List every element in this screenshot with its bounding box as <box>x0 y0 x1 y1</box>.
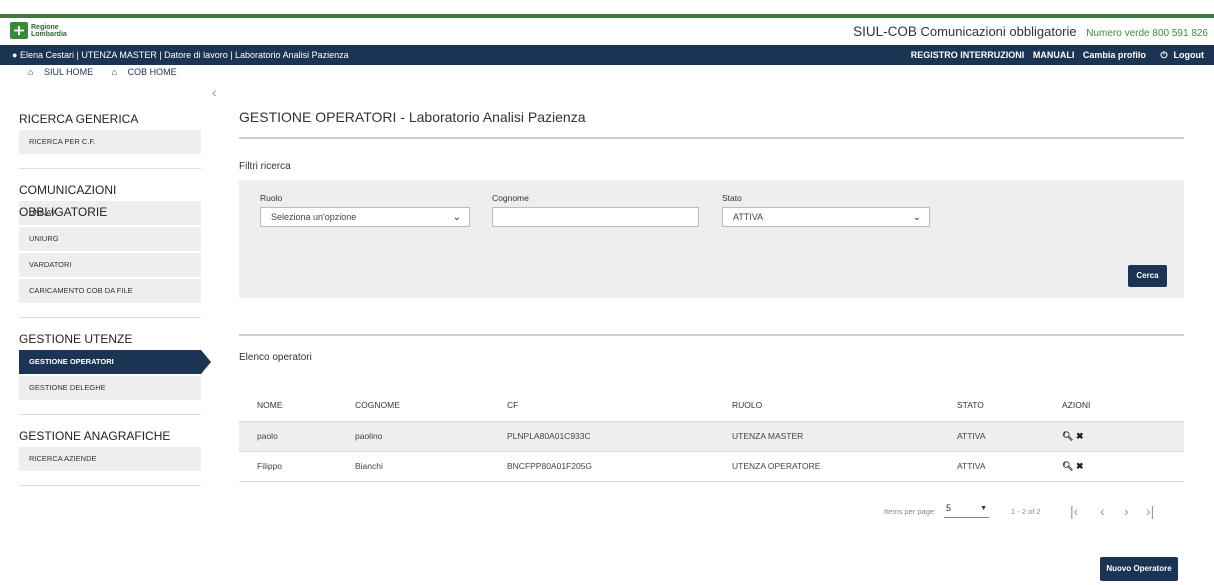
first-page-icon[interactable]: |‹ <box>1070 503 1078 519</box>
home-icon: ⌂ <box>111 67 118 77</box>
cob-home-link[interactable]: ⌂ COB HOME <box>112 67 185 77</box>
registro-interruzioni-link[interactable]: REGISTRO INTERRUZIONI <box>911 50 1025 60</box>
cell-nome: paolo <box>239 420 355 451</box>
siul-home-link[interactable]: ⌂ SIUL HOME <box>28 67 101 77</box>
cell-azioni: 🔍︎ ✖ <box>1062 450 1184 482</box>
nuovo-operatore-button[interactable]: Nuovo Operatore <box>1100 557 1178 581</box>
section-title-gestione-anagrafiche: GESTIONE ANAGRAFICHE <box>19 429 171 443</box>
col-cf[interactable]: CF <box>507 389 732 421</box>
sidebar-item-unilav[interactable]: UNILAV <box>19 201 201 225</box>
ruolo-label: Ruolo <box>260 193 283 203</box>
elenco-label: Elenco operatori <box>239 352 312 363</box>
power-icon: ⏻ <box>1160 50 1168 60</box>
user-icon: ● <box>12 50 18 60</box>
cognome-label: Cognome <box>492 193 529 203</box>
divider <box>19 485 201 486</box>
cell-ruolo: UTENZA MASTER <box>732 420 957 451</box>
section-title-comunicazioni: COMUNICAZIONI OBBLIGATORIE <box>19 183 117 219</box>
cob-home-label: COB HOME <box>127 67 177 77</box>
logo-line2: Lombardia <box>31 30 67 38</box>
cell-cognome: Bianchi <box>355 450 507 482</box>
lombardia-cross-icon <box>10 22 28 39</box>
logo-line1: Regione <box>31 23 59 31</box>
app-name: SIUL-COB <box>853 24 917 39</box>
sidebar-item-vardatori[interactable]: VARDATORI <box>19 253 201 277</box>
home-icon: ⌂ <box>28 67 34 77</box>
sidebar-item-caricamento[interactable]: CARICAMENTO COB DA FILE <box>19 279 201 303</box>
page-title: GESTIONE OPERATORI - Laboratorio Analisi… <box>239 109 586 125</box>
manuali-link[interactable]: MANUALI <box>1033 50 1075 60</box>
collapse-sidebar-icon[interactable]: ‹ <box>212 84 217 100</box>
chevron-down-icon: ⌄ <box>912 212 921 223</box>
logout-label: Logout <box>1173 50 1205 60</box>
regione-lombardia-logo[interactable]: Regione Lombardia <box>10 22 67 39</box>
caret-down-icon: ▼ <box>980 505 987 512</box>
sidebar-item-gestione-deleghe[interactable]: GESTIONE DELEGHE <box>19 376 201 400</box>
divider <box>239 137 1184 139</box>
cambia-profilo-link[interactable]: Cambia profilo <box>1083 50 1146 60</box>
items-per-page-value: 5 <box>946 503 952 513</box>
divider <box>19 168 201 169</box>
logout-link[interactable]: ⏻ Logout <box>1154 50 1204 60</box>
operators-table: NOME COGNOME CF RUOLO STATO AZIONI paolo… <box>239 389 1184 482</box>
app-subtitle: Comunicazioni obbligatorie <box>920 24 1077 39</box>
cell-cognome: paolino <box>355 420 507 451</box>
col-stato[interactable]: STATO <box>957 389 1062 421</box>
search-icon[interactable]: 🔍︎ <box>1062 431 1073 441</box>
cell-nome: Filippo <box>239 450 355 482</box>
close-icon[interactable]: ✖ <box>1076 431 1084 441</box>
chevron-down-icon: ⌄ <box>452 212 461 223</box>
table-header: NOME COGNOME CF RUOLO STATO AZIONI <box>239 389 1184 421</box>
cell-stato: ATTIVA <box>957 450 1062 482</box>
sidebar-item-ricerca-aziende[interactable]: RICERCA AZIENDE <box>19 447 201 471</box>
cell-azioni: 🔍︎ ✖ <box>1062 420 1184 451</box>
user-bar: ● Elena Cestari | UTENZA MASTER | Datore… <box>0 45 1214 65</box>
cerca-button[interactable]: Cerca <box>1128 265 1167 287</box>
user-info: Elena Cestari | UTENZA MASTER | Datore d… <box>19 50 349 60</box>
ruolo-value: Seleziona un'opzione <box>271 212 357 222</box>
table-row: paolo paolino PLNPLA80A01C933C UTENZA MA… <box>239 420 1184 451</box>
filters-panel: Ruolo Seleziona un'opzione ⌄ Cognome Stat… <box>239 180 1184 298</box>
prev-page-icon[interactable]: ‹ <box>1100 503 1105 519</box>
sidebar-item-gestione-operatori[interactable]: GESTIONE OPERATORI <box>19 350 211 374</box>
divider <box>19 414 201 415</box>
col-cognome[interactable]: COGNOME <box>355 389 507 421</box>
numero-verde: Numero verde 800 591 826 <box>1086 28 1208 39</box>
col-azioni: AZIONI <box>1062 399 1091 410</box>
divider <box>19 317 201 318</box>
col-nome[interactable]: NOME <box>239 389 355 421</box>
items-per-page-label: Items per page: <box>884 507 937 516</box>
header: Regione Lombardia SIUL-COB Comunicazioni … <box>0 18 1214 45</box>
siul-home-label: SIUL HOME <box>43 67 94 77</box>
close-icon[interactable]: ✖ <box>1076 461 1084 471</box>
home-links: ⌂ SIUL HOME ⌂ COB HOME <box>28 67 193 77</box>
items-per-page-select[interactable]: 5 ▼ <box>944 503 989 518</box>
section-title-ricerca-generica: RICERCA GENERICA <box>19 112 139 126</box>
col-ruolo[interactable]: RUOLO <box>732 389 957 421</box>
cognome-input[interactable] <box>492 207 699 227</box>
next-page-icon[interactable]: › <box>1124 503 1129 519</box>
sidebar: RICERCA GENERICA RICERCA PER C.F. COMUNI… <box>19 100 211 496</box>
last-page-icon[interactable]: ›| <box>1146 503 1154 519</box>
sidebar-item-uniurg[interactable]: UNIURG <box>19 227 201 251</box>
cell-cf: BNCFPP80A01F205G <box>507 450 732 482</box>
divider <box>239 334 1184 336</box>
table-row: Filippo Bianchi BNCFPP80A01F205G UTENZA … <box>239 450 1184 482</box>
page-range: 1 - 2 of 2 <box>1011 507 1041 516</box>
main-content: GESTIONE OPERATORI - Laboratorio Analisi… <box>239 100 1184 519</box>
filtri-label: Filtri ricerca <box>239 161 291 172</box>
search-icon[interactable]: 🔍︎ <box>1062 461 1073 471</box>
stato-value: ATTIVA <box>733 212 764 222</box>
cell-stato: ATTIVA <box>957 420 1062 451</box>
stato-label: Stato <box>722 193 742 203</box>
cell-cf: PLNPLA80A01C933C <box>507 420 732 451</box>
app-title: SIUL-COB Comunicazioni obbligatorie Nume… <box>853 24 1208 39</box>
stato-select[interactable]: ATTIVA ⌄ <box>722 207 930 227</box>
sidebar-item-ricerca-cf[interactable]: RICERCA PER C.F. <box>19 130 201 154</box>
cell-ruolo: UTENZA OPERATORE <box>732 450 957 482</box>
section-title-gestione-utenze: GESTIONE UTENZE <box>19 332 133 346</box>
ruolo-select[interactable]: Seleziona un'opzione ⌄ <box>260 207 470 227</box>
